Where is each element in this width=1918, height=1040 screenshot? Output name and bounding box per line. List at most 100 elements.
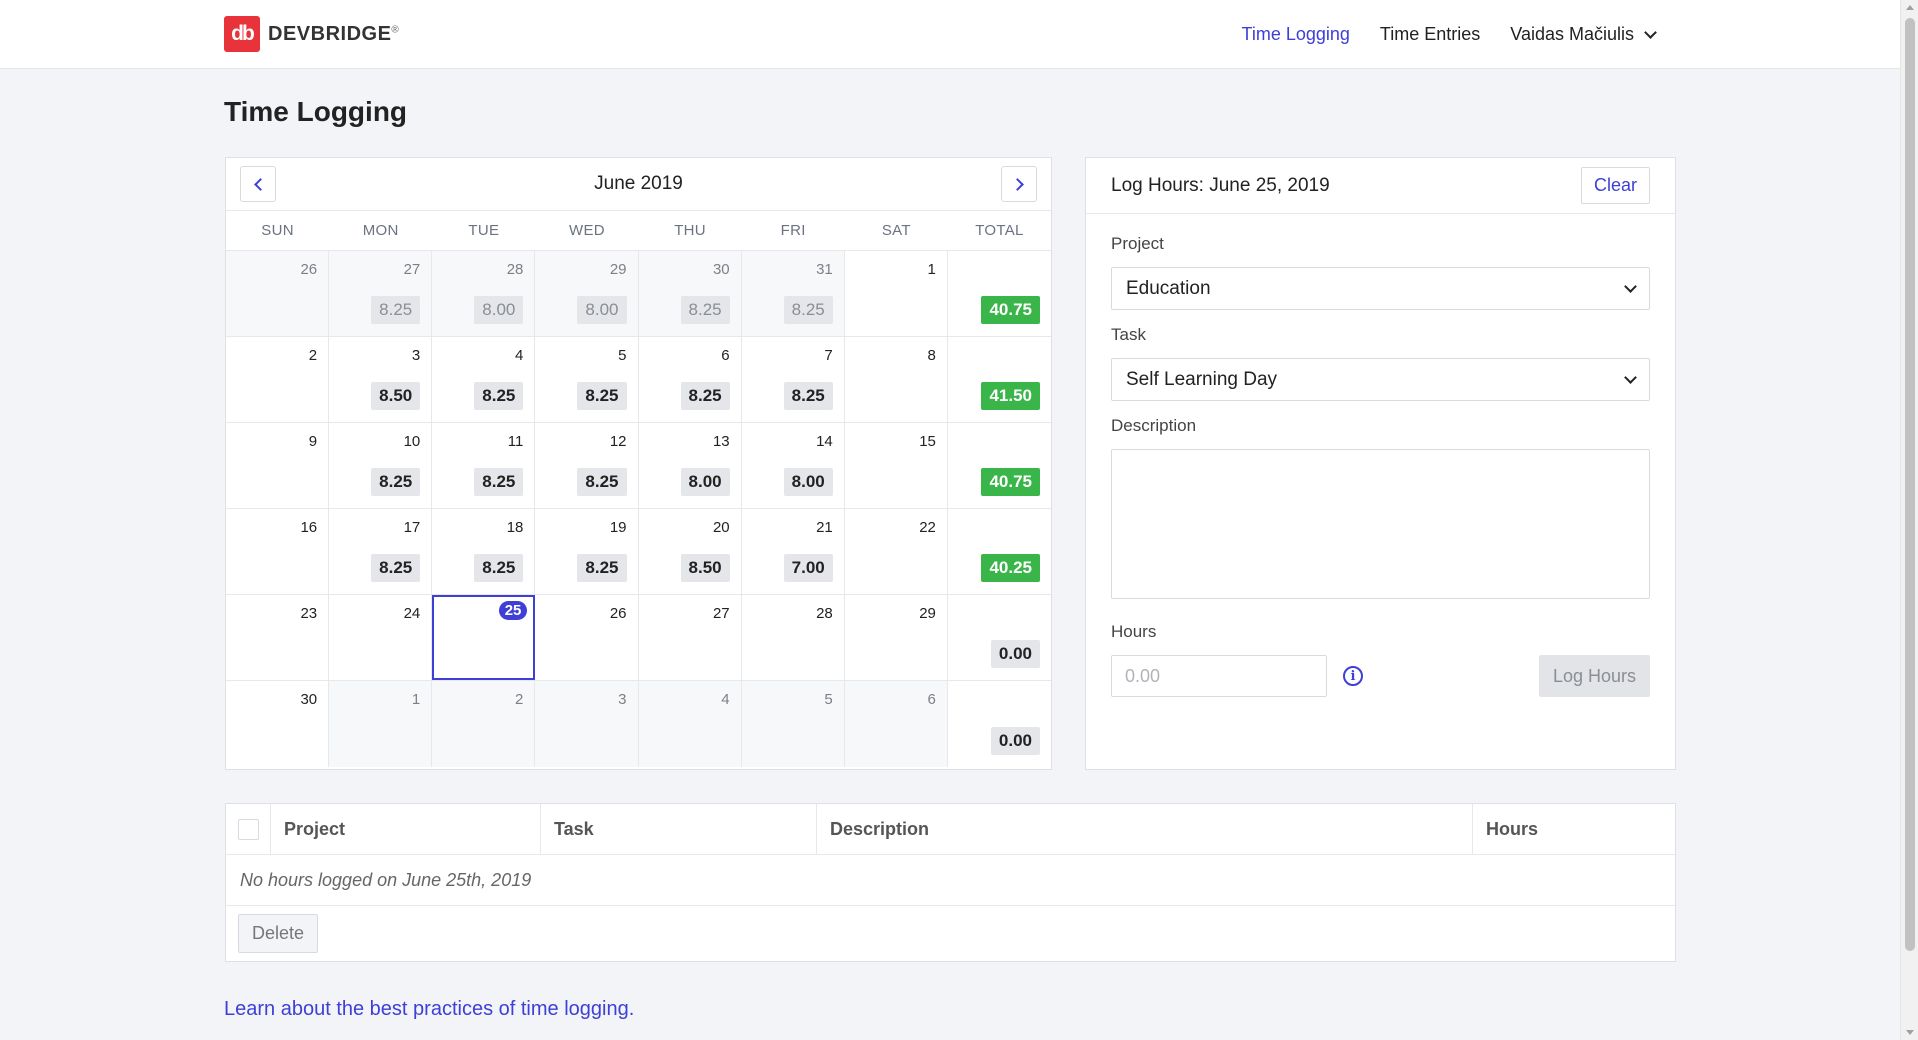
calendar-day[interactable]: 26 xyxy=(535,595,639,680)
calendar-day[interactable]: 3 8.50 xyxy=(329,337,433,422)
day-number: 30 xyxy=(300,691,318,708)
chevron-left-icon xyxy=(253,177,267,191)
calendar-day[interactable]: 28 8.00 xyxy=(432,251,536,336)
day-number: 5 xyxy=(618,347,627,364)
day-hours-badge: 8.25 xyxy=(371,468,421,496)
weekday-header-tue: TUE xyxy=(468,222,500,239)
calendar-day[interactable]: 18 8.25 xyxy=(432,509,536,594)
calendar-day[interactable]: 20 8.50 xyxy=(638,509,742,594)
calendar-day[interactable]: 1 xyxy=(329,681,433,767)
calendar-day[interactable]: 30 8.25 xyxy=(638,251,742,336)
calendar-month-label: June 2019 xyxy=(594,173,683,194)
description-textarea[interactable] xyxy=(1111,449,1650,599)
calendar-day[interactable]: 15 xyxy=(844,423,948,508)
day-number: 31 xyxy=(816,261,833,278)
devbridge-logo[interactable]: db DEVBRIDGE® xyxy=(224,16,399,52)
calendar-day[interactable]: 2 xyxy=(226,337,330,422)
column-header-project[interactable]: Project xyxy=(271,804,541,854)
calendar-day[interactable]: 4 8.25 xyxy=(432,337,536,422)
info-icon[interactable]: i xyxy=(1343,666,1363,686)
day-number: 9 xyxy=(308,433,318,450)
calendar-day[interactable]: 24 xyxy=(329,595,433,680)
calendar-day[interactable]: 16 xyxy=(226,509,330,594)
column-header-hours[interactable]: Hours xyxy=(1473,804,1675,854)
calendar-day[interactable]: 21 7.00 xyxy=(741,509,845,594)
week-total-cell: 41.50 xyxy=(947,337,1051,422)
calendar-day[interactable]: 14 8.00 xyxy=(741,423,845,508)
log-hours-button[interactable]: Log Hours xyxy=(1539,655,1650,697)
calendar-day[interactable]: 4 xyxy=(638,681,742,767)
hours-input[interactable] xyxy=(1111,655,1327,697)
week-total-cell: 40.75 xyxy=(947,251,1051,336)
day-number: 11 xyxy=(507,433,524,450)
day-hours-badge: 8.25 xyxy=(680,382,730,410)
brand-name: DEVBRIDGE xyxy=(268,22,392,45)
calendar-day[interactable]: 3 xyxy=(535,681,639,767)
calendar-day[interactable]: 11 8.25 xyxy=(432,423,536,508)
calendar-day[interactable]: 12 8.25 xyxy=(535,423,639,508)
task-select[interactable]: Self Learning Day xyxy=(1111,358,1650,401)
calendar-day[interactable]: 8 xyxy=(844,337,948,422)
calendar-day[interactable]: 6 xyxy=(844,681,948,767)
calendar-day[interactable]: 19 8.25 xyxy=(535,509,639,594)
column-header-description[interactable]: Description xyxy=(817,804,1473,854)
day-number: 16 xyxy=(300,519,318,536)
next-month-button[interactable] xyxy=(1001,166,1037,202)
day-hours-badge: 8.25 xyxy=(577,468,627,496)
calendar: June 2019 SUN MON TUE WED THU FRI SAT TOTAL 26 2… xyxy=(225,157,1052,770)
day-number: 4 xyxy=(515,347,524,364)
select-all-cell xyxy=(226,804,271,854)
calendar-day[interactable]: 9 xyxy=(226,423,330,508)
project-select[interactable]: Education xyxy=(1111,267,1650,310)
calendar-day[interactable]: 7 8.25 xyxy=(741,337,845,422)
column-header-task[interactable]: Task xyxy=(541,804,817,854)
chevron-right-icon xyxy=(1010,177,1024,191)
scrollbar-thumb[interactable] xyxy=(1905,18,1915,951)
clear-button[interactable]: Clear xyxy=(1580,167,1650,204)
calendar-week-row: 23 24 25 26 27 28 29 0.00 xyxy=(226,595,1051,681)
previous-month-button[interactable] xyxy=(240,166,276,202)
day-number: 13 xyxy=(712,433,730,450)
scroll-down-arrow-icon[interactable] xyxy=(1906,1030,1914,1035)
nav-time-entries[interactable]: Time Entries xyxy=(1380,24,1480,45)
week-total-badge: 40.75 xyxy=(981,468,1040,496)
calendar-day-selected[interactable]: 25 xyxy=(432,595,536,680)
calendar-day[interactable]: 10 8.25 xyxy=(329,423,433,508)
calendar-day[interactable]: 13 8.00 xyxy=(638,423,742,508)
day-hours-badge: 8.00 xyxy=(474,296,524,324)
day-hours-badge: 8.00 xyxy=(783,468,833,496)
delete-button[interactable]: Delete xyxy=(238,914,319,953)
log-hours-title: Log Hours: June 25, 2019 xyxy=(1111,174,1330,196)
day-number: 3 xyxy=(411,347,421,364)
select-all-checkbox[interactable] xyxy=(237,818,259,840)
calendar-day[interactable]: 22 xyxy=(844,509,948,594)
week-total-badge: 40.25 xyxy=(981,554,1040,582)
calendar-day[interactable]: 29 8.00 xyxy=(535,251,639,336)
weekday-header-total: TOTAL xyxy=(975,222,1024,239)
nav-time-logging[interactable]: Time Logging xyxy=(1242,24,1350,45)
calendar-day[interactable]: 5 xyxy=(741,681,845,767)
calendar-day[interactable]: 6 8.25 xyxy=(638,337,742,422)
calendar-day[interactable]: 1 xyxy=(844,251,948,336)
calendar-day[interactable]: 5 8.25 xyxy=(535,337,639,422)
calendar-day[interactable]: 26 xyxy=(226,251,330,336)
calendar-day[interactable]: 29 xyxy=(844,595,948,680)
calendar-day[interactable]: 2 xyxy=(432,681,536,767)
calendar-day[interactable]: 30 xyxy=(226,681,330,767)
chevron-down-icon xyxy=(1644,25,1657,39)
day-number: 17 xyxy=(403,519,421,536)
scroll-up-arrow-icon[interactable] xyxy=(1906,5,1914,10)
calendar-day[interactable]: 28 xyxy=(741,595,845,680)
best-practices-link[interactable]: Learn about the best practices of time l… xyxy=(224,998,634,1021)
day-number: 24 xyxy=(403,605,421,622)
calendar-day[interactable]: 27 8.25 xyxy=(329,251,433,336)
empty-entries-message: No hours logged on June 25th, 2019 xyxy=(226,855,1675,906)
day-number: 6 xyxy=(721,347,730,364)
day-number: 20 xyxy=(712,519,730,536)
vertical-scrollbar[interactable] xyxy=(1900,0,1918,1040)
calendar-day[interactable]: 17 8.25 xyxy=(329,509,433,594)
calendar-day[interactable]: 31 8.25 xyxy=(741,251,845,336)
calendar-day[interactable]: 23 xyxy=(226,595,330,680)
user-menu[interactable]: Vaidas Mačiulis xyxy=(1510,24,1657,45)
calendar-day[interactable]: 27 xyxy=(638,595,742,680)
